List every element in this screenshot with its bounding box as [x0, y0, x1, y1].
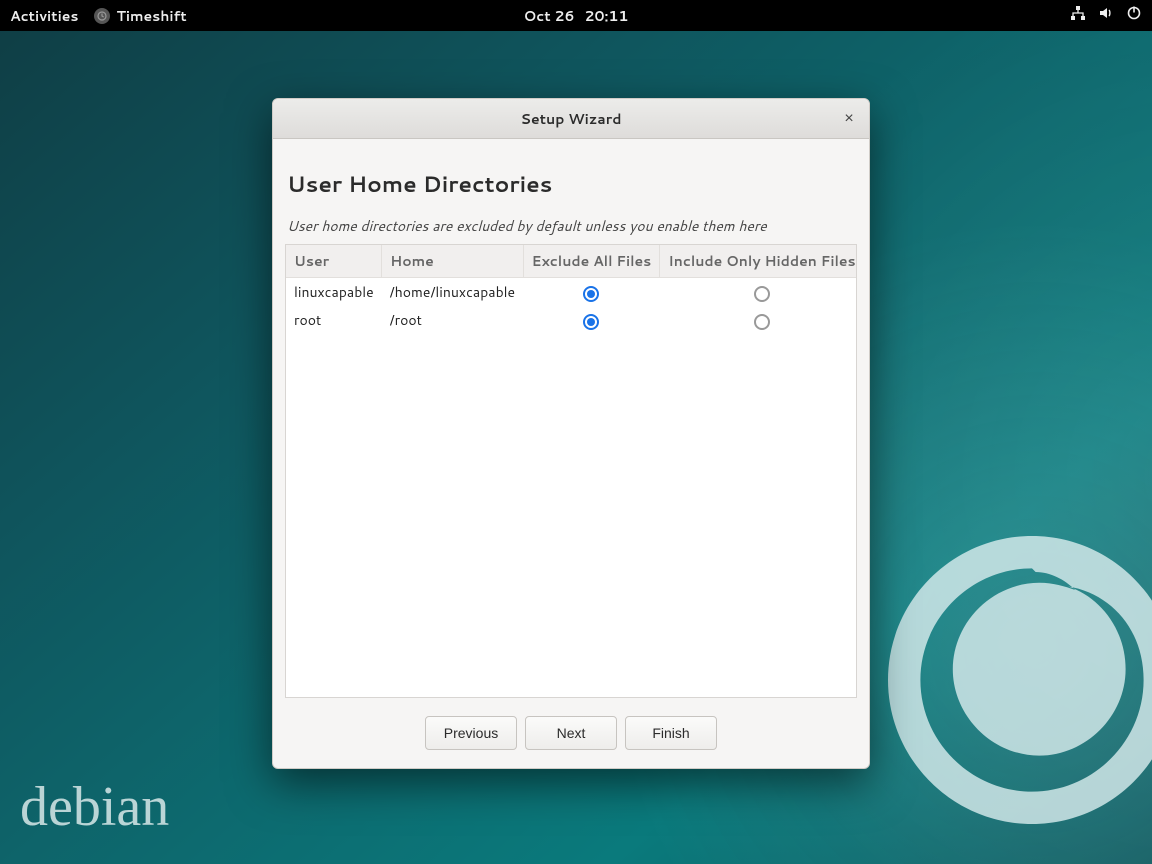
page-subheading: User home directories are excluded by de… — [287, 216, 857, 236]
clock-date: Oct 26 — [524, 6, 575, 26]
col-exclude-all[interactable]: Exclude All Files — [523, 245, 660, 278]
volume-icon[interactable] — [1098, 5, 1114, 26]
page-heading: User Home Directories — [287, 169, 857, 200]
network-icon[interactable] — [1070, 5, 1086, 26]
cell-include-hidden — [660, 278, 857, 307]
user-home-table: User Home Exclude All Files Include Only… — [285, 244, 857, 698]
dialog-titlebar[interactable]: Setup Wizard × — [273, 99, 869, 139]
cell-exclude-all — [523, 278, 660, 307]
cell-include-hidden — [660, 306, 857, 334]
activities-button[interactable]: Activities — [10, 6, 78, 26]
clock-time: 20:11 — [584, 6, 628, 26]
radio-exclude-all[interactable] — [583, 286, 599, 302]
radio-include-hidden[interactable] — [754, 286, 770, 302]
radio-exclude-all[interactable] — [583, 314, 599, 330]
radio-include-hidden[interactable] — [754, 314, 770, 330]
finish-button[interactable]: Finish — [625, 716, 717, 750]
clock-button[interactable]: Oct 26 20:11 — [524, 6, 629, 26]
next-button[interactable]: Next — [525, 716, 617, 750]
active-app-indicator[interactable]: Timeshift — [94, 6, 186, 26]
active-app-name: Timeshift — [116, 6, 186, 26]
close-button[interactable]: × — [837, 107, 861, 131]
table-row: root/root — [286, 306, 857, 334]
cell-user: linuxcapable — [286, 278, 382, 307]
table-row: linuxcapable/home/linuxcapable — [286, 278, 857, 307]
power-icon[interactable] — [1126, 5, 1142, 26]
dialog-title: Setup Wizard — [521, 109, 622, 129]
close-icon: × — [844, 110, 853, 128]
debian-logo-text: debian — [20, 775, 169, 839]
dialog-footer: Previous Next Finish — [285, 698, 857, 768]
timeshift-icon — [94, 8, 110, 24]
gnome-topbar: Activities Timeshift Oct 26 20:11 — [0, 0, 1152, 31]
col-user[interactable]: User — [286, 245, 382, 278]
cell-home: /home/linuxcapable — [382, 278, 523, 307]
debian-swirl-icon — [852, 500, 1152, 860]
col-include-hidden[interactable]: Include Only Hidden Files — [660, 245, 857, 278]
previous-button[interactable]: Previous — [425, 716, 517, 750]
cell-exclude-all — [523, 306, 660, 334]
cell-home: /root — [382, 306, 523, 334]
setup-wizard-dialog: Setup Wizard × User Home Directories Use… — [272, 98, 870, 769]
cell-user: root — [286, 306, 382, 334]
col-home[interactable]: Home — [382, 245, 523, 278]
table-header-row: User Home Exclude All Files Include Only… — [286, 245, 857, 278]
